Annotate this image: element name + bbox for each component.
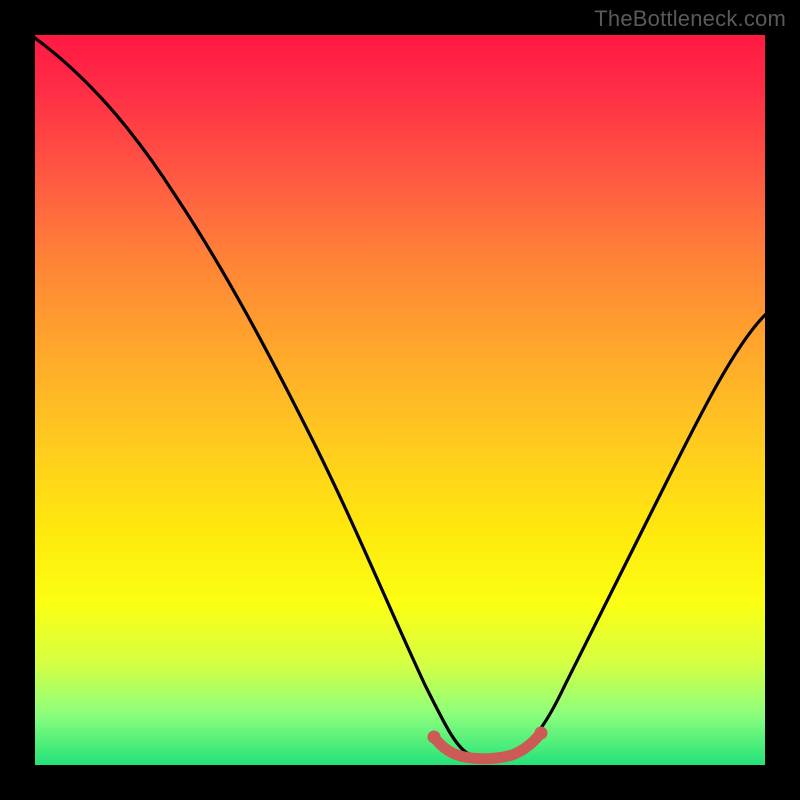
plot-area	[35, 35, 765, 765]
bottleneck-curve	[35, 38, 765, 757]
chart-frame: TheBottleneck.com	[0, 0, 800, 800]
curve-overlay	[35, 35, 765, 765]
highlight-segment	[434, 733, 541, 759]
highlight-start-dot	[428, 731, 441, 744]
watermark-text: TheBottleneck.com	[594, 6, 786, 32]
highlight-end-dot	[535, 727, 548, 740]
